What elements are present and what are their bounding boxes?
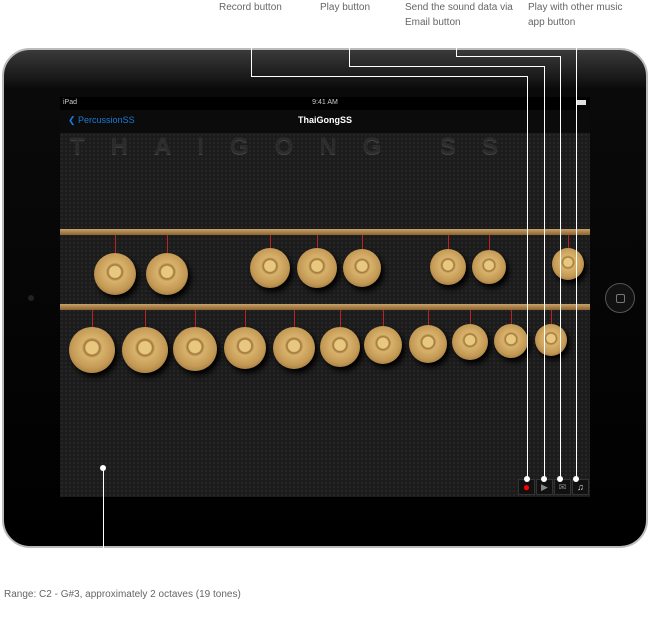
nav-bar: ❮ PercussionSS ThaiGongSS: [60, 110, 590, 133]
callout-dot: [573, 476, 579, 482]
gong[interactable]: [94, 253, 136, 295]
callout-line: [349, 66, 544, 67]
home-button[interactable]: [605, 283, 635, 313]
callout-line: [251, 18, 252, 76]
callout-dot: [557, 476, 563, 482]
play-icon: ▶: [541, 482, 548, 492]
callout-dot: [524, 476, 530, 482]
gong-string: [115, 235, 116, 253]
gong-string: [551, 310, 552, 324]
gong-string: [362, 235, 363, 249]
app-screen: iPad 9:41 AM ❮ PercussionSS ThaiGongSS T…: [60, 97, 590, 497]
gong[interactable]: [494, 324, 528, 358]
gong[interactable]: [452, 324, 488, 360]
callout-line: [560, 56, 561, 479]
gong[interactable]: [409, 325, 447, 363]
gong-string: [145, 310, 146, 327]
gong[interactable]: [552, 248, 584, 280]
gong-string: [270, 235, 271, 248]
callout-line: [251, 76, 527, 77]
mail-icon: ✉: [558, 482, 567, 492]
gong-string: [470, 310, 471, 324]
gong[interactable]: [146, 253, 188, 295]
callout-line: [103, 468, 104, 578]
gong[interactable]: [273, 327, 315, 369]
gong-string: [568, 235, 569, 248]
logo: THAIGONG SS: [70, 133, 525, 160]
status-time: 9:41 AM: [312, 99, 338, 106]
gong-string: [428, 310, 429, 325]
gong[interactable]: [535, 324, 567, 356]
record-annotation: Record button: [219, 2, 282, 13]
gong-string: [317, 235, 318, 248]
camera: [28, 295, 34, 301]
gong-string: [167, 235, 168, 253]
status-bar: iPad 9:41 AM: [60, 97, 590, 110]
range-annotation: Range: C2 - G#3, approximately 2 octaves…: [4, 589, 241, 600]
record-icon: ●: [522, 480, 531, 494]
music-annotation: Play with other music app button: [528, 2, 623, 28]
gong-string: [511, 310, 512, 324]
callout-line: [456, 56, 560, 57]
page-title: ThaiGongSS: [298, 115, 352, 125]
gong-string: [92, 310, 93, 327]
callout-line: [456, 30, 457, 56]
gong-string: [245, 310, 246, 327]
gong-string: [383, 310, 384, 326]
gong[interactable]: [122, 327, 168, 373]
music-note-icon: ♫: [577, 482, 584, 492]
gong[interactable]: [173, 327, 217, 371]
callout-line: [576, 30, 577, 479]
gong[interactable]: [250, 248, 290, 288]
play-annotation: Play button: [320, 2, 371, 13]
top-rail: [60, 229, 590, 235]
callout-line: [349, 18, 350, 66]
gong[interactable]: [430, 249, 466, 285]
callout-line: [527, 76, 528, 479]
gong-string: [340, 310, 341, 327]
gong[interactable]: [364, 326, 402, 364]
gong[interactable]: [69, 327, 115, 373]
battery-icon: [576, 100, 586, 105]
email-button[interactable]: ✉: [554, 479, 571, 495]
gong-string: [489, 235, 490, 250]
gong[interactable]: [472, 250, 506, 284]
callout-line: [544, 66, 545, 479]
callout-dot: [541, 476, 547, 482]
gong[interactable]: [343, 249, 381, 287]
email-annotation: Send the sound data via Email button: [405, 2, 513, 28]
gong[interactable]: [320, 327, 360, 367]
gong-string: [448, 235, 449, 249]
gong[interactable]: [297, 248, 337, 288]
gong-string: [195, 310, 196, 327]
gong[interactable]: [224, 327, 266, 369]
gong-string: [294, 310, 295, 327]
